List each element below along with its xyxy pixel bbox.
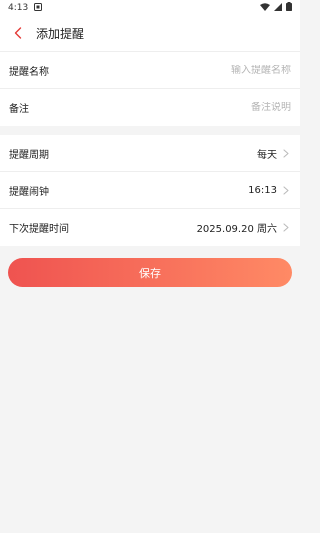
notification-icon xyxy=(34,2,43,14)
period-value: 每天 xyxy=(257,149,277,161)
reminder-name-input[interactable] xyxy=(141,64,291,76)
basic-info-section: 提醒名称 备注 xyxy=(0,52,300,126)
next-reminder-row[interactable]: 下次提醒时间 2025.09.20 周六 xyxy=(0,209,300,246)
chevron-right-icon xyxy=(283,148,291,158)
chevron-right-icon xyxy=(283,223,291,233)
signal-icon xyxy=(274,2,282,14)
reminder-name-row: 提醒名称 xyxy=(0,52,300,89)
reminder-name-label: 提醒名称 xyxy=(9,66,49,78)
alarm-value: 16:13 xyxy=(248,184,277,196)
period-label: 提醒周期 xyxy=(9,149,49,161)
app-header: 添加提醒 xyxy=(0,16,300,52)
next-reminder-label: 下次提醒时间 xyxy=(9,224,69,235)
section-divider xyxy=(0,126,300,135)
status-time: 4:13 xyxy=(8,3,29,13)
battery-icon xyxy=(286,2,292,14)
note-label: 备注 xyxy=(9,104,29,115)
save-button[interactable]: 保存 xyxy=(8,258,292,287)
page-title: 添加提醒 xyxy=(36,27,85,41)
wifi-icon xyxy=(260,2,270,14)
note-input[interactable] xyxy=(141,102,291,113)
alarm-label: 提醒闹钟 xyxy=(9,186,49,198)
chevron-right-icon xyxy=(283,185,291,195)
period-row[interactable]: 提醒周期 每天 xyxy=(0,135,300,172)
chevron-left-icon xyxy=(14,24,22,43)
save-area: 保存 xyxy=(0,246,300,299)
schedule-section: 提醒周期 每天 提醒闹钟 16:13 下次提醒时间 2025.09.20 周六 xyxy=(0,135,300,246)
next-reminder-value: 2025.09.20 周六 xyxy=(196,224,277,235)
note-row: 备注 xyxy=(0,89,300,126)
status-bar: 4:13 xyxy=(0,0,300,16)
alarm-row[interactable]: 提醒闹钟 16:13 xyxy=(0,172,300,209)
back-button[interactable] xyxy=(0,16,36,52)
